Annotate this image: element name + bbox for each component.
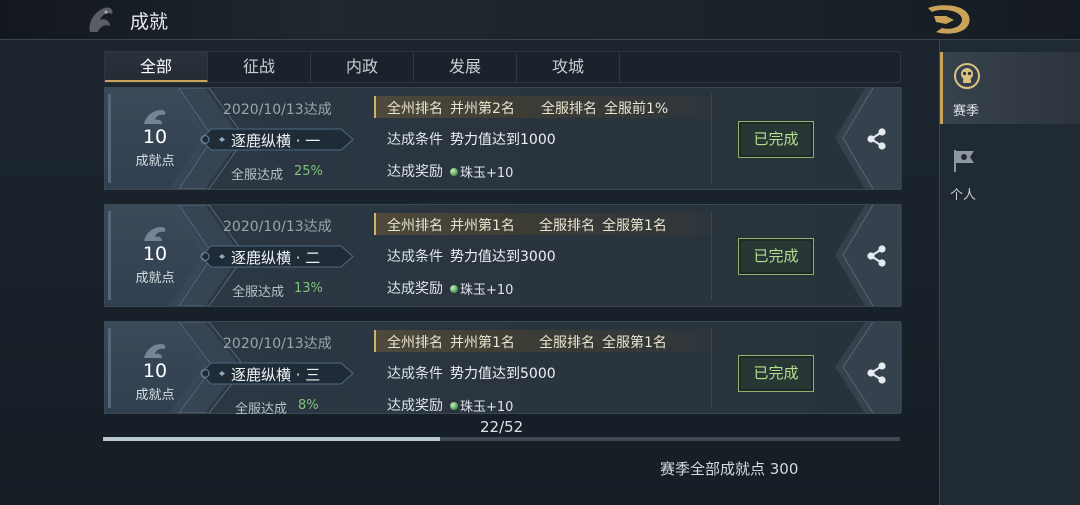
dragon-crest-icon [144, 110, 166, 124]
condition-label: 达成条件 [387, 132, 443, 148]
reward-label: 达成奖励 [387, 164, 443, 180]
state-rank-label: 全州排名 [387, 218, 443, 234]
state-rank-value: 并州第1名 [450, 218, 515, 234]
tab-campaign[interactable]: 征战 [208, 52, 311, 82]
reward-label: 达成奖励 [387, 281, 443, 297]
badge-stripe [108, 328, 111, 408]
dragon-emblem-icon [89, 7, 113, 32]
badge-stripe [108, 211, 111, 300]
page-counter: 22/52 [480, 418, 524, 436]
achieved-date: 2020/10/13达成 [223, 336, 332, 352]
server-rank-value: 全服前1% [604, 101, 669, 117]
server-rate-value: 13% [294, 281, 323, 296]
reward-label: 达成奖励 [387, 398, 443, 414]
divider [711, 211, 712, 300]
achievement-name: 逐鹿纵横 · 一 [231, 132, 321, 150]
reward-value-text: 珠玉+10 [460, 400, 514, 415]
dragon-close-button-icon[interactable] [924, 2, 976, 38]
personal-flag-icon [954, 150, 974, 172]
side-nav-season-label: 赛季 [953, 104, 980, 119]
achievement-name: 逐鹿纵横 · 三 [231, 366, 321, 384]
side-nav-personal-label: 个人 [950, 188, 977, 203]
condition-label: 达成条件 [387, 366, 443, 382]
server-rate-label: 全服达成 [232, 285, 285, 300]
tab-domestic[interactable]: 内政 [311, 52, 414, 82]
achievement-card: 10 成就点 2020/10/13达成 逐鹿纵横 · 三 全服达成 8% 全州排… [104, 321, 902, 417]
achieved-date: 2020/10/13达成 [223, 102, 332, 118]
reward-value-text: 珠玉+10 [460, 283, 514, 298]
share-icon[interactable] [862, 241, 892, 271]
tab-all[interactable]: 全部 [105, 52, 208, 82]
divider [711, 328, 712, 408]
server-rate-label: 全服达成 [231, 168, 284, 183]
dragon-crest-icon [144, 227, 166, 241]
season-skull-icon [954, 63, 980, 89]
page-title: 成就 [130, 11, 169, 33]
server-rate-value: 8% [298, 398, 319, 413]
season-total-points: 赛季全部成就点 300 [660, 460, 799, 478]
achievement-card: 10 成就点 2020/10/13达成 逐鹿纵横 · 二 全服达成 13% 全州… [104, 204, 902, 307]
category-tabs: 全部 征战 内政 发展 攻城 [104, 51, 901, 83]
jade-icon [450, 285, 458, 293]
completed-status: 已完成 [738, 355, 814, 392]
server-rate-label: 全服达成 [235, 402, 288, 417]
side-nav-personal[interactable]: 个人 [940, 136, 1080, 208]
side-nav: 赛季 个人 [939, 40, 1080, 505]
tab-development[interactable]: 发展 [414, 52, 517, 82]
badge-stripe [108, 94, 111, 183]
reward-value: 珠玉+10 [450, 162, 513, 181]
scroll-progress-fill [103, 437, 441, 441]
condition-value: 势力值达到5000 [450, 366, 556, 382]
jade-icon [450, 402, 458, 410]
reward-value: 珠玉+10 [450, 279, 513, 298]
share-icon[interactable] [862, 358, 892, 388]
tab-siege[interactable]: 攻城 [517, 52, 620, 82]
achievement-card: 10 成就点 2020/10/13达成 逐鹿纵横 · 一 全服达成 25% 全州… [104, 87, 902, 190]
server-rank-label: 全服排名 [539, 335, 595, 351]
condition-value: 势力值达到3000 [450, 249, 556, 265]
achieved-date: 2020/10/13达成 [223, 219, 332, 235]
server-rank-label: 全服排名 [541, 101, 597, 117]
divider [711, 94, 712, 183]
state-rank-value: 并州第1名 [450, 335, 515, 351]
server-rank-value: 全服第1名 [602, 335, 667, 351]
completed-status: 已完成 [738, 238, 814, 275]
condition-value: 势力值达到1000 [450, 132, 556, 148]
top-bar: 成就 [0, 0, 1080, 40]
server-rank-label: 全服排名 [539, 218, 595, 234]
state-rank-label: 全州排名 [387, 101, 443, 117]
completed-status: 已完成 [738, 121, 814, 158]
reward-value-text: 珠玉+10 [460, 166, 514, 181]
server-rate-value: 25% [294, 164, 323, 179]
server-rank-value: 全服第1名 [602, 218, 667, 234]
jade-icon [450, 168, 458, 176]
side-nav-season[interactable]: 赛季 [940, 52, 1080, 124]
reward-value: 珠玉+10 [450, 396, 513, 415]
dragon-crest-icon [144, 344, 166, 358]
achievement-name: 逐鹿纵横 · 二 [231, 249, 321, 267]
state-rank-label: 全州排名 [387, 335, 443, 351]
condition-label: 达成条件 [387, 249, 443, 265]
scroll-progress-bar[interactable] [103, 437, 900, 441]
state-rank-value: 并州第2名 [450, 101, 515, 117]
share-icon[interactable] [862, 124, 892, 154]
